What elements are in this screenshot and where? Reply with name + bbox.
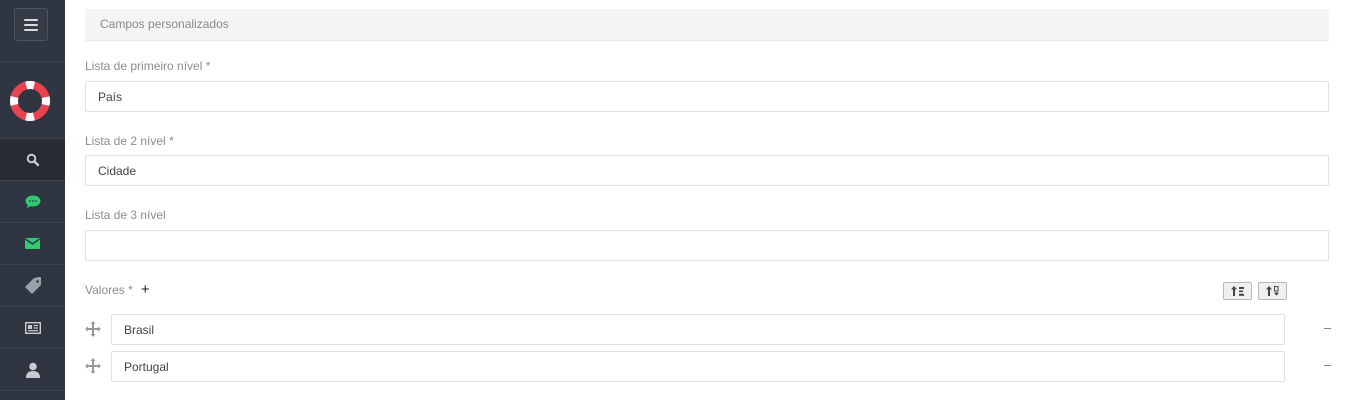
hamburger-icon-bar <box>24 28 38 31</box>
search-icon <box>26 153 39 166</box>
level1-input[interactable] <box>85 81 1329 112</box>
sidebar-item-profile[interactable] <box>0 349 65 391</box>
remove-value-icon[interactable]: – <box>1324 320 1336 336</box>
add-value-icon[interactable]: + <box>141 282 150 298</box>
hamburger-icon-bar <box>24 18 38 21</box>
sidebar-divider <box>0 61 65 62</box>
lifebuoy-icon[interactable] <box>10 81 50 121</box>
user-icon <box>25 362 40 378</box>
value-row: – <box>85 351 1331 382</box>
sort-descending-button[interactable] <box>1258 282 1287 300</box>
level1-label: Lista de primeiro nível * <box>85 59 211 73</box>
sidebar-item-chat[interactable] <box>0 181 65 223</box>
custom-fields-panel: Campos personalizados Lista de primeiro … <box>85 0 1331 400</box>
sort-ascending-button[interactable] <box>1223 282 1252 300</box>
sidebar <box>0 0 65 400</box>
level3-label: Lista de 3 nível <box>85 208 166 222</box>
level2-input[interactable] <box>85 155 1329 186</box>
level3-input[interactable] <box>85 230 1329 261</box>
values-label: Valores * <box>85 283 133 297</box>
values-header: Valores * + <box>85 282 150 298</box>
value-input[interactable] <box>111 351 1285 382</box>
hamburger-icon-bar <box>24 23 38 26</box>
level2-label: Lista de 2 nível * <box>85 134 174 148</box>
value-input[interactable] <box>111 314 1285 345</box>
move-icon[interactable] <box>85 358 101 374</box>
sort-descending-icon <box>1265 286 1279 296</box>
sidebar-item-search[interactable] <box>0 139 65 181</box>
hamburger-menu-button[interactable] <box>14 8 48 41</box>
sidebar-item-tags[interactable] <box>0 265 65 307</box>
sidebar-item-contacts[interactable] <box>0 307 65 349</box>
id-card-icon <box>24 321 41 334</box>
sort-ascending-icon <box>1230 286 1244 296</box>
envelope-icon <box>25 238 40 249</box>
panel-title: Campos personalizados <box>85 9 1329 41</box>
sidebar-nav <box>0 139 65 391</box>
sidebar-item-email[interactable] <box>0 223 65 265</box>
remove-value-icon[interactable]: – <box>1324 357 1336 373</box>
tag-icon <box>24 276 41 294</box>
move-icon[interactable] <box>85 321 101 337</box>
chat-icon <box>25 195 40 208</box>
value-row: – <box>85 314 1331 345</box>
